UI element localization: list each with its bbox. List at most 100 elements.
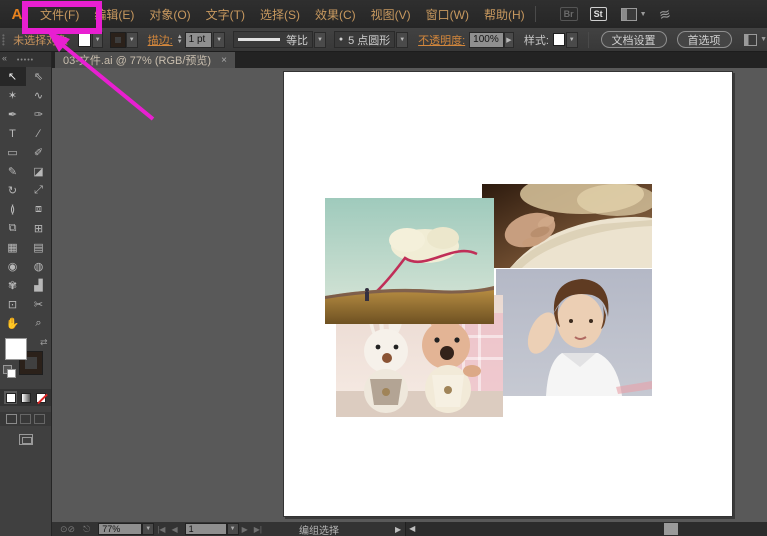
screen-mode-icon[interactable]	[19, 434, 33, 445]
workspace-switcher-icon[interactable]	[621, 8, 637, 21]
gradient-tool[interactable]: ▤	[26, 238, 52, 257]
stroke-color-swatch[interactable]	[111, 33, 124, 47]
line-segment-tool[interactable]: ∕	[26, 124, 52, 143]
color-button[interactable]	[4, 391, 17, 404]
selection-tool[interactable]: ↖	[0, 67, 26, 86]
mesh-tool[interactable]: ▦	[0, 238, 26, 257]
menu-item-help[interactable]: 帮助(H)	[484, 6, 525, 23]
stroke-profile-select[interactable]: 等比	[233, 31, 313, 48]
stroke-profile-dropdown[interactable]: ▼	[314, 32, 326, 48]
stroke-color-dropdown[interactable]: ▼	[126, 32, 138, 48]
artboard[interactable]	[283, 71, 733, 517]
pen-tool[interactable]: ✒	[0, 105, 26, 124]
zoom-level-field[interactable]: 77%	[98, 523, 142, 535]
first-artboard-icon[interactable]: |◀	[157, 525, 165, 534]
fill-color-dropdown[interactable]: ▼	[92, 32, 104, 48]
default-fill-stroke-icon[interactable]	[3, 365, 12, 374]
lasso-tool[interactable]: ∿	[26, 86, 52, 105]
draw-behind-icon[interactable]	[20, 414, 31, 424]
menu-item-object[interactable]: 对象(O)	[149, 6, 190, 23]
pencil-tool[interactable]: ✎	[0, 162, 26, 181]
horizontal-scrollbar[interactable]: ◀	[405, 522, 767, 536]
artboard-dropdown[interactable]: ▼	[227, 523, 239, 535]
type-tool[interactable]: T	[0, 124, 26, 143]
eraser-tool[interactable]: ◪	[26, 162, 52, 181]
menu-item-select[interactable]: 选择(S)	[260, 6, 300, 23]
opacity-panel-link[interactable]: 不透明度:	[418, 32, 465, 48]
zoom-tool[interactable]: ⌕	[26, 314, 52, 333]
rectangle-tool[interactable]: ▭	[0, 143, 26, 162]
bridge-icon[interactable]: Br	[560, 7, 578, 21]
swap-fill-stroke-icon[interactable]: ⇄	[40, 337, 48, 348]
menu-item-effect[interactable]: 效果(C)	[315, 6, 356, 23]
control-bar-grip[interactable]: ••••	[2, 34, 9, 46]
align-panel-icon[interactable]	[744, 34, 758, 46]
slice-tool[interactable]: ✂	[26, 295, 52, 314]
workspace-caret-icon[interactable]: ▼	[640, 11, 647, 18]
column-graph-tool[interactable]: ▟	[26, 276, 52, 295]
status-expand-icon[interactable]: ▶	[395, 525, 401, 534]
fill-indicator[interactable]	[5, 338, 27, 360]
prev-artboard-icon[interactable]: ◀	[171, 525, 177, 534]
menu-item-window[interactable]: 窗口(W)	[426, 6, 469, 23]
horizontal-scrollbar-thumb[interactable]	[664, 523, 678, 535]
document-setup-button[interactable]: 文档设置	[601, 31, 667, 48]
canvas-pasteboard[interactable]	[52, 68, 767, 522]
cs-live-icon[interactable]: ≋	[657, 4, 672, 23]
tab-close-icon[interactable]: ×	[221, 55, 227, 66]
opacity-field[interactable]: 100%	[469, 32, 504, 48]
stock-icon[interactable]: St	[590, 7, 607, 21]
menu-item-type[interactable]: 文字(T)	[206, 6, 245, 23]
fill-color-swatch[interactable]	[78, 33, 91, 47]
menu-item-file[interactable]: 文件(F)	[40, 6, 79, 23]
stroke-weight-field[interactable]: 1 pt	[185, 32, 213, 48]
draw-inside-icon[interactable]	[34, 414, 45, 424]
gradient-button[interactable]	[19, 391, 32, 404]
portrait-photo[interactable]	[496, 269, 652, 396]
perspective-grid-tool[interactable]: ⊞	[26, 219, 52, 238]
direct-selection-tool[interactable]: ⇖	[26, 67, 52, 86]
brush-label: 5 点圆形	[348, 32, 390, 48]
menu-item-edit[interactable]: 编辑(E)	[94, 6, 134, 23]
brush-select[interactable]: ● 5 点圆形	[334, 31, 395, 48]
status-toggle-icon[interactable]: ⊙⊘	[60, 524, 75, 535]
zoom-dropdown[interactable]: ▼	[142, 523, 154, 535]
document-tab[interactable]: 03-文件.ai @ 77% (RGB/预览) ×	[55, 52, 235, 68]
none-button[interactable]	[34, 391, 47, 404]
style-dropdown[interactable]: ▼	[566, 32, 578, 48]
panel-grip-icon[interactable]: •••••	[17, 57, 34, 64]
magic-wand-tool[interactable]: ✶	[0, 86, 26, 105]
scroll-left-icon[interactable]: ◀	[409, 524, 415, 533]
next-artboard-icon[interactable]: ▶	[242, 525, 248, 534]
symbol-sprayer-tool[interactable]: ✾	[0, 276, 26, 295]
artboard-tool[interactable]: ⊡	[0, 295, 26, 314]
stroke-weight-stepper[interactable]: ▲▼	[177, 35, 183, 45]
kite-landscape-photo[interactable]	[325, 198, 494, 324]
artboard-number-field[interactable]: 1	[185, 523, 227, 535]
eyedropper-tool[interactable]: ◉	[0, 257, 26, 276]
last-artboard-icon[interactable]: ▶|	[254, 525, 262, 534]
style-swatch[interactable]	[553, 33, 565, 46]
fill-stroke-widget: ⇄	[0, 337, 51, 383]
sleeping-hand-photo[interactable]	[482, 184, 652, 268]
draw-normal-icon[interactable]	[6, 414, 17, 424]
opacity-arrow[interactable]: ▶	[504, 32, 514, 48]
share-icon[interactable]: ⎋	[83, 524, 90, 535]
rotate-tool[interactable]: ↻	[0, 181, 26, 200]
stroke-weight-dropdown[interactable]: ▼	[213, 32, 225, 48]
preferences-button[interactable]: 首选项	[677, 31, 732, 48]
blend-tool[interactable]: ◍	[26, 257, 52, 276]
shape-builder-tool[interactable]: ⧉	[0, 219, 26, 238]
paintbrush-tool[interactable]: ✐	[26, 143, 52, 162]
blob-brush-tool[interactable]: ✑	[26, 105, 52, 124]
tools-grid: ↖⇖✶∿✒✑T∕▭✐✎◪↻⤢≬⧈⧉⊞▦▤◉◍✾▟⊡✂✋⌕	[0, 67, 51, 333]
brush-dropdown[interactable]: ▼	[396, 32, 408, 48]
scale-tool[interactable]: ⤢	[26, 181, 52, 200]
free-transform-tool[interactable]: ⧈	[26, 200, 52, 219]
panel-caret-icon[interactable]: ▼	[760, 36, 767, 43]
collapse-panel-icon[interactable]: «	[2, 53, 7, 63]
width-tool[interactable]: ≬	[0, 200, 26, 219]
stroke-panel-link[interactable]: 描边:	[148, 32, 173, 48]
menu-item-view[interactable]: 视图(V)	[371, 6, 411, 23]
hand-tool[interactable]: ✋	[0, 314, 26, 333]
